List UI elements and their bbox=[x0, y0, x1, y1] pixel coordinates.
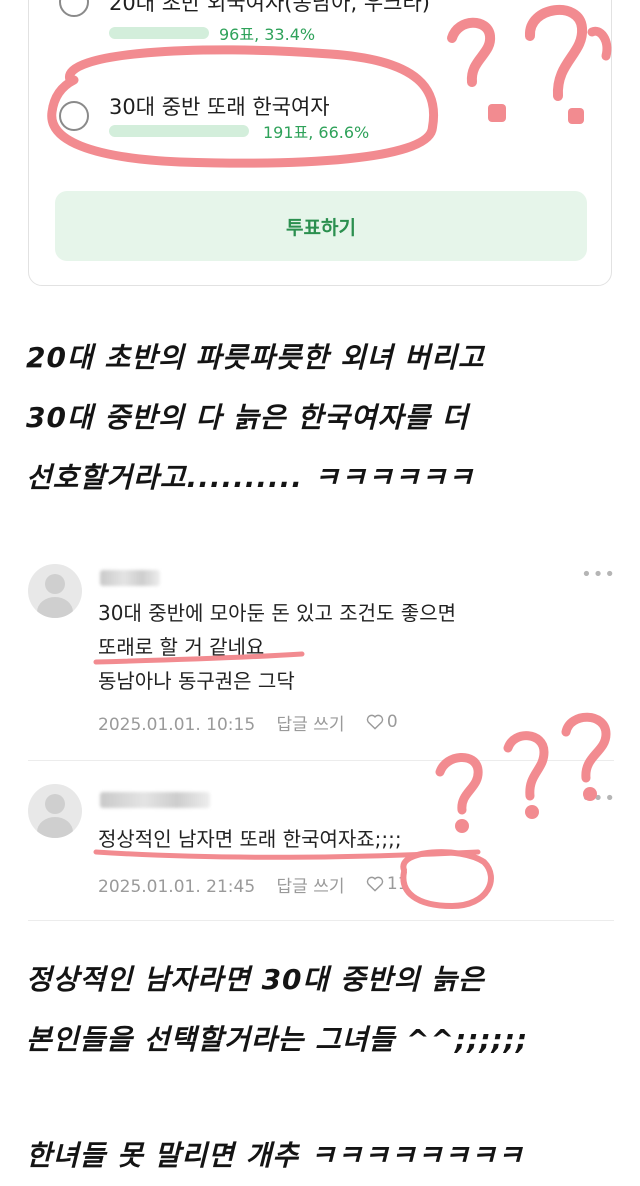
caption-line: 선호할거라고.......... ㅋㅋㅋㅋㅋㅋ bbox=[26, 461, 475, 494]
poll-option-2[interactable]: 30대 중반 또래 한국여자 191표, 66.6% bbox=[29, 85, 611, 155]
caption-text-2: 정상적인 남자라면 30대 중반의 늙은 본인들을 선택할거라는 그녀들 ^^;… bbox=[26, 950, 616, 1070]
heart-icon bbox=[366, 876, 384, 892]
username-blurred bbox=[100, 792, 210, 808]
reply-button[interactable]: 답글 쓰기 bbox=[277, 877, 345, 897]
caption-line: 본인들을 선택할거라는 그녀들 ^^;;;;;; bbox=[26, 1023, 529, 1056]
radio-icon[interactable] bbox=[59, 0, 89, 17]
caption-text-3: 한녀들 못 말리면 개추 ㅋㅋㅋㅋㅋㅋㅋㅋ bbox=[26, 1126, 616, 1186]
caption-line: 한녀들 못 말리면 개추 ㅋㅋㅋㅋㅋㅋㅋㅋ bbox=[26, 1139, 524, 1172]
divider bbox=[28, 920, 614, 921]
poll-option-1[interactable]: 20대 초반 외국여자(동남아, 우크라) 96표, 33.4% bbox=[29, 0, 611, 53]
vote-button[interactable]: 투표하기 bbox=[55, 191, 587, 261]
comment-line: 동남아나 동구권은 그닥 bbox=[98, 669, 295, 693]
comment-item: ••• 30대 중반에 모아둔 돈 있고 조건도 좋으면 또래로 할 거 같네요… bbox=[0, 560, 640, 760]
poll-vote-stat: 191표, 66.6% bbox=[263, 123, 370, 142]
more-dots-icon[interactable]: ••• bbox=[581, 788, 616, 809]
like-count: 11 bbox=[386, 874, 409, 894]
poll-card: 20대 초반 외국여자(동남아, 우크라) 96표, 33.4% 30대 중반 … bbox=[28, 0, 612, 286]
avatar[interactable] bbox=[28, 784, 82, 838]
reply-button[interactable]: 답글 쓰기 bbox=[277, 715, 345, 735]
like-count: 0 bbox=[386, 712, 398, 732]
poll-bar bbox=[109, 125, 249, 137]
heart-icon bbox=[366, 714, 384, 730]
caption-line: 20대 초반의 파릇파릇한 외녀 버리고 bbox=[26, 341, 485, 374]
comment-line: 또래로 할 거 같네요 bbox=[98, 635, 265, 659]
comment-line: 정상적인 남자면 또래 한국여자죠;;;; bbox=[98, 827, 402, 851]
avatar[interactable] bbox=[28, 564, 82, 618]
poll-option-label: 20대 초반 외국여자(동남아, 우크라) bbox=[109, 0, 430, 15]
poll-bar bbox=[109, 27, 209, 39]
comment-body: 정상적인 남자면 또래 한국여자죠;;;; bbox=[98, 822, 402, 856]
username-blurred bbox=[100, 570, 160, 586]
like-button[interactable]: 0 bbox=[366, 712, 414, 732]
comment-line: 30대 중반에 모아둔 돈 있고 조건도 좋으면 bbox=[98, 601, 456, 625]
caption-text-1: 20대 초반의 파릇파릇한 외녀 버리고 30대 중반의 다 늙은 한국여자를 … bbox=[26, 328, 616, 508]
caption-line: 정상적인 남자라면 30대 중반의 늙은 bbox=[26, 963, 485, 996]
caption-line: 30대 중반의 다 늙은 한국여자를 더 bbox=[26, 401, 469, 434]
radio-icon[interactable] bbox=[59, 101, 89, 131]
comment-date: 2025.01.01. 10:15 bbox=[98, 715, 256, 735]
poll-vote-stat: 96표, 33.4% bbox=[219, 25, 316, 44]
comment-meta: 2025.01.01. 10:15 답글 쓰기 0 bbox=[98, 710, 430, 735]
comment-body: 30대 중반에 모아둔 돈 있고 조건도 좋으면 또래로 할 거 같네요 동남아… bbox=[98, 596, 456, 698]
comment-item: ••• 정상적인 남자면 또래 한국여자죠;;;; 2025.01.01. 21… bbox=[0, 784, 640, 904]
comment-meta: 2025.01.01. 21:45 답글 쓰기 11 bbox=[98, 872, 441, 897]
comment-date: 2025.01.01. 21:45 bbox=[98, 877, 256, 897]
like-button[interactable]: 11 bbox=[366, 874, 425, 894]
divider bbox=[28, 760, 614, 761]
poll-option-label: 30대 중반 또래 한국여자 bbox=[109, 95, 330, 119]
more-dots-icon[interactable]: ••• bbox=[581, 564, 616, 585]
